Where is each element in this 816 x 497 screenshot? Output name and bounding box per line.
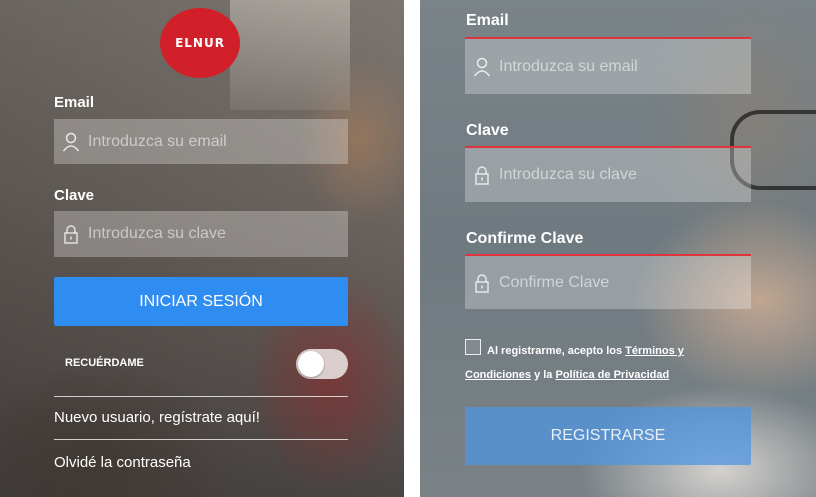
elnur-logo: ELNUR	[160, 8, 240, 78]
register-password-input[interactable]	[499, 166, 751, 184]
terms-mid: y la	[534, 369, 553, 381]
divider-1	[54, 396, 348, 397]
divider-2	[54, 439, 348, 440]
confirm-password-label: Confirme Clave	[466, 230, 584, 247]
register-password-field[interactable]	[465, 148, 751, 202]
logo-text: ELNUR	[175, 36, 225, 50]
new-user-link[interactable]: Nuevo usuario, regístrate aquí!	[54, 409, 260, 426]
user-icon	[473, 57, 491, 76]
lock-icon	[64, 225, 78, 244]
register-email-field[interactable]	[465, 39, 751, 94]
password-field[interactable]	[54, 211, 348, 257]
register-email-label: Email	[466, 12, 509, 29]
user-icon	[62, 132, 80, 151]
register-button[interactable]: REGISTRARSE	[465, 407, 751, 465]
confirm-password-field[interactable]	[465, 256, 751, 309]
remember-label: RECUÉRDAME	[65, 357, 144, 369]
password-input[interactable]	[88, 225, 348, 243]
forgot-password-link[interactable]: Olvidé la contraseña	[54, 454, 191, 471]
toggle-knob	[298, 351, 324, 377]
email-label: Email	[54, 94, 95, 111]
confirm-password-input[interactable]	[499, 273, 751, 292]
privacy-link[interactable]: Política de Privacidad	[556, 369, 670, 381]
remember-toggle[interactable]	[296, 349, 348, 379]
lock-icon	[475, 166, 489, 185]
register-email-input[interactable]	[499, 57, 751, 76]
lock-icon	[475, 273, 489, 293]
register-password-label: Clave	[466, 122, 509, 139]
login-panel: ELNUR Email Clave INICIAR SESIÓN RECUÉRD…	[0, 0, 404, 497]
password-label: Clave	[54, 187, 95, 204]
email-field[interactable]	[54, 119, 348, 164]
login-button[interactable]: INICIAR SESIÓN	[54, 277, 348, 326]
email-input[interactable]	[88, 132, 348, 151]
terms-text: Al registrarme, acepto los Términos y Co…	[465, 339, 725, 387]
terms-prefix: Al registrarme, acepto los	[487, 345, 623, 357]
